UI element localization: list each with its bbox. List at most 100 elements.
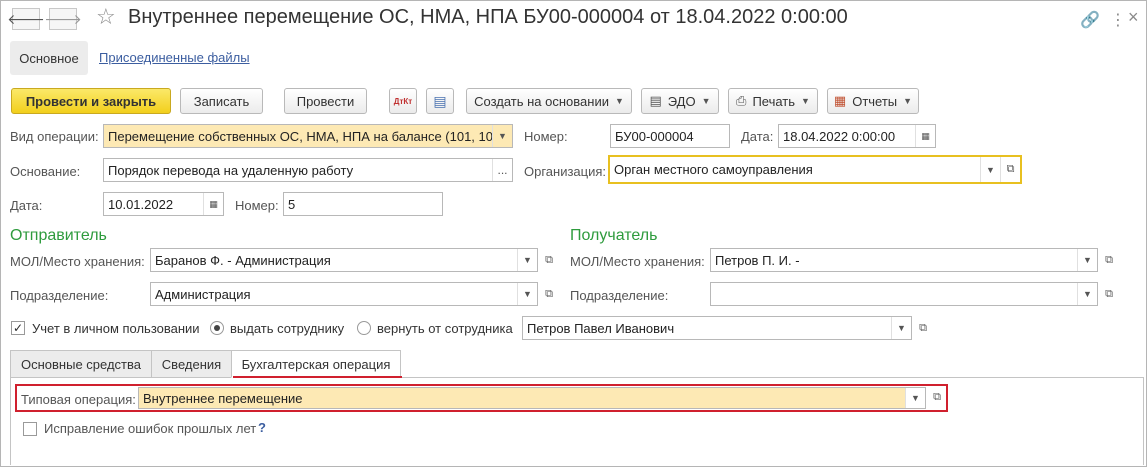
create-based-on-label: Создать на основании [474,93,609,109]
open-icon[interactable]: ⧉ [1000,157,1020,182]
more-menu-icon[interactable]: ⋮ [1110,10,1126,30]
chevron-down-icon[interactable]: ▼ [1077,283,1097,305]
chevron-down-icon[interactable]: ▼ [1077,249,1097,271]
doc-date-value: 10.01.2022 [108,196,174,212]
organization-field[interactable]: Орган местного самоуправления ▼ ⧉ [608,155,1022,184]
tab-main[interactable]: Основное [10,41,88,75]
post-button[interactable]: Провести [284,88,367,114]
open-icon[interactable]: ⧉ [926,386,948,408]
operation-type-field[interactable]: Перемещение собственных ОС, НМА, НПА на … [103,124,513,148]
calendar-icon[interactable]: ▦ [915,125,935,147]
chevron-down-icon: ▼ [801,96,810,106]
sender-title: Отправитель [10,227,107,244]
checkmark-icon: ✓ [12,321,24,335]
favorite-star-icon[interactable]: ☆ [96,6,116,28]
chevron-down-icon[interactable]: ▼ [980,157,1000,182]
select-button[interactable]: ... [492,159,512,181]
active-tab-underline [233,376,402,378]
report-icon: ▦ [833,93,847,108]
post-and-close-button[interactable]: Провести и закрыть [11,88,171,114]
employee-value: Петров Павел Иванович [527,320,675,336]
sender-dept-value: Администрация [155,286,251,302]
basis-field[interactable]: Порядок перевода на удаленную работу ... [103,158,513,182]
link-icon[interactable]: 🔗 [1080,10,1100,30]
doc-number-value: 5 [288,196,296,212]
edo-icon: ▤ [649,93,662,108]
doc-number-field[interactable]: 5 [283,192,443,216]
arrow-left-icon: 🡐 [7,10,45,27]
radio-return-label: вернуть от сотрудника [377,321,513,336]
open-icon[interactable]: ⧉ [538,282,560,306]
date-value: 18.04.2022 0:00:00 [783,128,896,144]
create-based-on-button[interactable]: Создать на основании ▼ [466,88,632,114]
save-button[interactable]: Записать [180,88,263,114]
receiver-mol-value: Петров П. И. - [715,252,800,268]
edo-label: ЭДО [667,93,696,109]
organization-value: Орган местного самоуправления [614,162,813,177]
employee-field[interactable]: Петров Павел Иванович ▼ [522,316,912,340]
print-label: Печать [752,93,796,109]
calendar-icon[interactable]: ▦ [203,193,223,215]
tab-fixed-assets[interactable]: Основные средства [10,350,152,378]
receiver-dept-field[interactable]: ▼ [710,282,1098,306]
tab-info[interactable]: Сведения [151,350,232,378]
open-icon[interactable]: ⧉ [912,316,934,340]
operation-type-label: Вид операции: [10,129,99,144]
reports-button[interactable]: ▦ Отчеты ▼ [827,88,919,114]
typical-operation-value: Внутреннее перемещение [143,390,303,406]
printer-icon: ⎙ [736,93,747,108]
radio-give-label: выдать сотруднику [230,321,345,336]
date-field[interactable]: 18.04.2022 0:00:00 ▦ [778,124,936,148]
open-icon[interactable]: ⧉ [1098,282,1120,306]
chevron-down-icon: ▼ [701,96,711,106]
chevron-down-icon: ▼ [614,96,624,106]
personal-use-checkbox[interactable]: ✓ [11,321,25,335]
fix-errors-label: Исправление ошибок прошлых лет [44,421,257,436]
number-value: БУ00-000004 [615,128,694,144]
personal-use-label: Учет в личном пользовании [32,321,200,336]
chevron-down-icon[interactable]: ▼ [517,283,537,305]
doc-date-field[interactable]: 10.01.2022 ▦ [103,192,224,216]
tab-attached-files[interactable]: Присоединенные файлы [99,50,250,65]
open-icon[interactable]: ⧉ [538,248,560,272]
receiver-mol-field[interactable]: Петров П. И. - ▼ [710,248,1098,272]
organization-label: Организация: [524,164,607,179]
forward-button[interactable]: 🡒 [44,8,82,30]
chevron-down-icon[interactable]: ▼ [905,388,925,408]
chevron-down-icon[interactable]: ▼ [517,249,537,271]
sender-dept-field[interactable]: Администрация ▼ [150,282,538,306]
dt-kt-icon[interactable]: ДтКт [389,88,417,114]
reports-label: Отчеты [852,93,898,109]
typical-operation-field[interactable]: Внутреннее перемещение ▼ [138,387,926,409]
chevron-down-icon: ▼ [903,96,913,106]
open-icon[interactable]: ⧉ [1098,248,1120,272]
arrow-right-icon: 🡒 [44,10,82,27]
list-icon[interactable]: ▤ [426,88,454,114]
number-field[interactable]: БУ00-000004 [610,124,730,148]
edo-button[interactable]: ▤ ЭДО ▼ [641,88,719,114]
window-title: Внутреннее перемещение ОС, НМА, НПА БУ00… [128,6,848,28]
radio-return-from-employee[interactable] [357,321,371,335]
basis-value: Порядок перевода на удаленную работу [108,162,354,178]
fix-errors-checkbox[interactable] [23,422,37,436]
operation-type-value: Перемещение собственных ОС, НМА, НПА на … [108,128,492,144]
close-icon[interactable]: × [1128,7,1139,28]
sender-mol-label: МОЛ/Место хранения: [10,254,145,269]
tab-accounting[interactable]: Бухгалтерская операция [231,350,401,378]
number-label: Номер: [524,129,568,144]
sender-mol-value: Баранов Ф. - Администрация [155,252,331,268]
help-icon[interactable]: ? [258,420,266,435]
basis-label: Основание: [10,164,81,179]
receiver-dept-label: Подразделение: [570,288,669,303]
receiver-title: Получатель [570,227,658,244]
print-button[interactable]: ⎙ Печать ▼ [728,88,818,114]
back-button[interactable]: 🡐 [7,8,45,30]
sender-dept-label: Подразделение: [10,288,109,303]
chevron-down-icon[interactable]: ▼ [492,125,512,147]
radio-give-to-employee[interactable] [210,321,224,335]
sender-mol-field[interactable]: Баранов Ф. - Администрация ▼ [150,248,538,272]
date-label: Дата: [741,129,774,144]
chevron-down-icon[interactable]: ▼ [891,317,911,339]
doc-date-label: Дата: [10,198,43,213]
typical-operation-label: Типовая операция: [21,392,136,407]
